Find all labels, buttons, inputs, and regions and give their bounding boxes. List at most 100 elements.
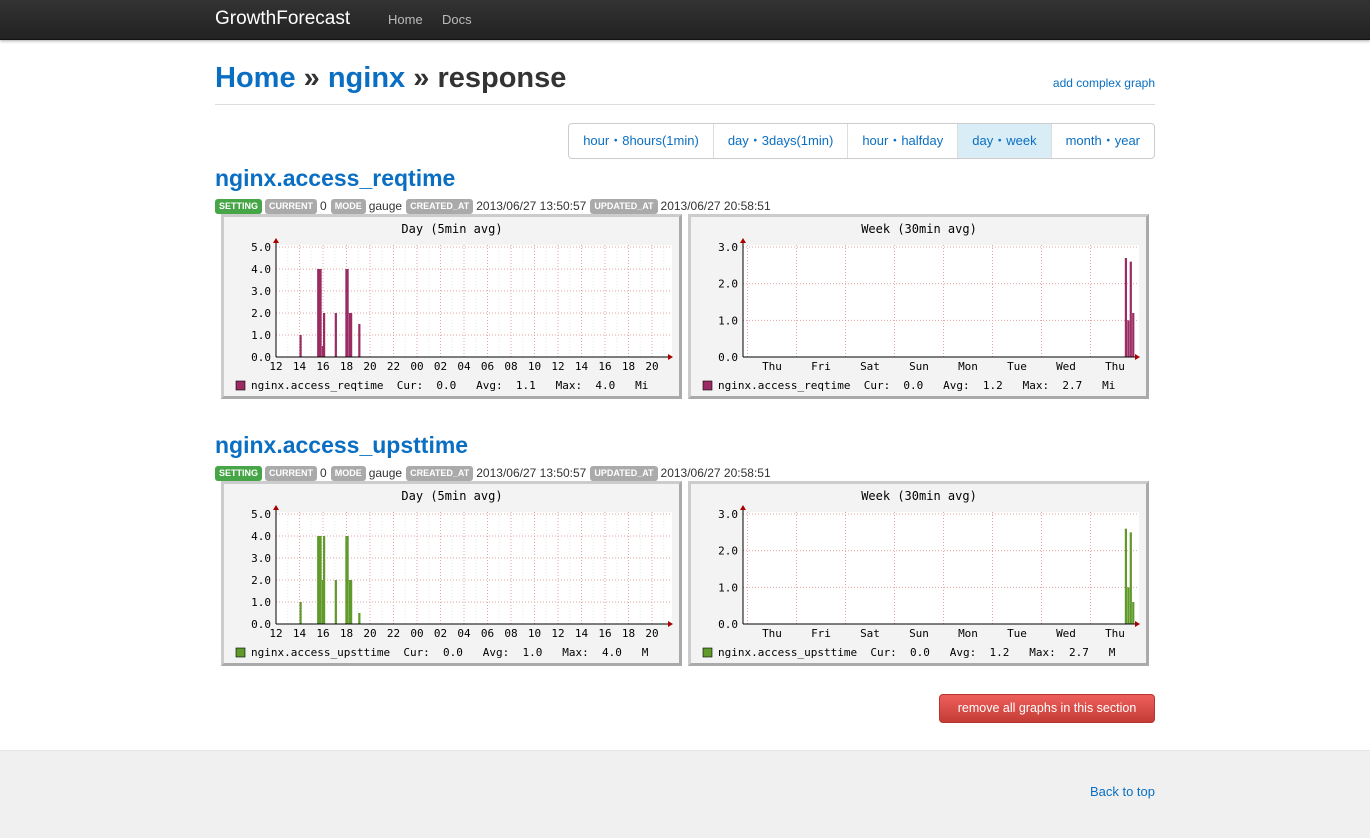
x-tick-label: 22 [387, 360, 400, 373]
x-tick-label: Tue [1007, 360, 1027, 373]
x-tick-label: 10 [528, 627, 541, 640]
legend-text: nginx.access_reqtime Cur: 0.0 Avg: 1.2 M… [718, 379, 1115, 392]
x-tick-label: 18 [340, 627, 353, 640]
data-bar [1124, 528, 1127, 624]
day-graph[interactable]: Day (5min avg) 12 14 16 18 20 22 00 02 04 06 08 10 12… [221, 481, 682, 666]
graph-meta: SETTING CURRENT 0 MODE gauge CREATED_AT … [215, 198, 1155, 214]
x-tick-label: Thu [762, 627, 782, 640]
chart-svg: Day (5min avg) 12 14 16 18 20 22 00 02 04 06 08 10 12… [235, 222, 673, 392]
y-axis-arrow [273, 238, 279, 243]
chart-title: Week (30min avg) [861, 222, 977, 236]
x-tick-label: 12 [551, 360, 564, 373]
tab-hour-8hours[interactable]: hour・8hours(1min) [569, 124, 713, 158]
plot-area [743, 512, 1139, 624]
breadcrumb-section: response [437, 62, 567, 94]
legend-text: nginx.access_reqtime Cur: 0.0 Avg: 1.1 M… [251, 379, 648, 392]
setting-badge[interactable]: SETTING [215, 465, 263, 481]
x-tick-label: 10 [528, 360, 541, 373]
x-tick-label: Wed [1056, 627, 1076, 640]
mode-value: gauge [368, 466, 403, 480]
y-tick-label: 1.0 [718, 581, 738, 594]
data-bar [1132, 313, 1135, 357]
day-graph[interactable]: Day (5min avg) 12 14 16 18 20 22 00 02 04 06 08 10 12… [221, 214, 682, 399]
y-axis-arrow [273, 505, 279, 510]
top-navbar: GrowthForecast Home Docs [0, 0, 1370, 40]
x-tick-label: 02 [434, 627, 447, 640]
week-graph[interactable]: Week (30min avg) Thu Fri Sat Sun Mon Tue Wed Thu… [688, 481, 1149, 666]
graph-title[interactable]: nginx.access_reqtime [215, 165, 455, 191]
data-bar [323, 536, 326, 624]
x-tick-label: 18 [340, 360, 353, 373]
updated-at-label: UPDATED_AT [590, 198, 658, 214]
x-tick-label: 20 [363, 627, 376, 640]
legend-swatch [235, 380, 246, 391]
updated-at-value: 2013/06/27 20:58:51 [660, 466, 771, 480]
x-tick-label: Thu [1105, 360, 1125, 373]
week-graph[interactable]: Week (30min avg) Thu Fri Sat Sun Mon Tue Wed Thu… [688, 214, 1149, 399]
y-tick-label: 3.0 [251, 285, 271, 298]
data-bar [323, 313, 326, 357]
x-tick-label: 14 [293, 360, 307, 373]
chart-title: Week (30min avg) [861, 489, 977, 503]
x-tick-label: Fri [811, 360, 831, 373]
y-tick-label: 0.0 [251, 351, 271, 364]
setting-badge[interactable]: SETTING [215, 198, 263, 214]
x-tick-label: 12 [269, 627, 282, 640]
tab-day-3days[interactable]: day・3days(1min) [712, 124, 848, 158]
tab-hour-halfday[interactable]: hour・halfday [847, 124, 957, 158]
y-tick-label: 1.0 [251, 329, 271, 342]
y-tick-label: 1.0 [718, 314, 738, 327]
brand-link[interactable]: GrowthForecast [215, 8, 350, 30]
data-bar [1127, 587, 1130, 624]
graph-title[interactable]: nginx.access_upsttime [215, 432, 468, 458]
chart-svg: Day (5min avg) 12 14 16 18 20 22 00 02 04 06 08 10 12… [235, 489, 673, 659]
x-tick-label: 12 [269, 360, 282, 373]
x-tick-label: Wed [1056, 360, 1076, 373]
data-bar [319, 536, 322, 624]
add-complex-graph-link[interactable]: add complex graph [1053, 76, 1155, 90]
x-tick-label: 16 [598, 627, 611, 640]
data-bar [299, 602, 302, 624]
graph-row: Day (5min avg) 12 14 16 18 20 22 00 02 04 06 08 10 12… [221, 214, 1149, 399]
breadcrumb-service[interactable]: nginx [328, 62, 405, 94]
created-at-value: 2013/06/27 13:50:57 [476, 466, 587, 480]
x-tick-label: 16 [316, 627, 329, 640]
graph-section: nginx.access_upsttime SETTING CURRENT 0 … [215, 431, 1155, 666]
page-header: Home » nginx » response add complex grap… [215, 60, 1155, 105]
tab-day-week[interactable]: day・week [957, 124, 1051, 158]
current-label: CURRENT [265, 465, 318, 481]
data-bar [334, 313, 337, 357]
breadcrumb-home[interactable]: Home [215, 62, 296, 94]
data-bar [350, 580, 353, 624]
y-tick-label: 2.0 [718, 278, 738, 291]
x-tick-label: 00 [410, 360, 423, 373]
x-tick-label: 14 [575, 360, 589, 373]
chart-svg: Week (30min avg) Thu Fri Sat Sun Mon Tue Wed Thu… [702, 489, 1140, 659]
updated-at-value: 2013/06/27 20:58:51 [660, 199, 771, 213]
remove-all-graphs-button[interactable]: remove all graphs in this section [939, 694, 1155, 723]
legend-text: nginx.access_upsttime Cur: 0.0 Avg: 1.0 … [251, 646, 649, 659]
y-tick-label: 3.0 [251, 552, 271, 565]
nav-home[interactable]: Home [388, 12, 423, 27]
x-tick-label: Thu [762, 360, 782, 373]
nav-docs[interactable]: Docs [442, 12, 472, 27]
current-value: 0 [320, 466, 327, 480]
x-tick-label: 18 [622, 360, 635, 373]
back-to-top-link[interactable]: Back to top [1090, 784, 1155, 799]
y-tick-label: 3.0 [718, 241, 738, 254]
footer: Back to top [0, 750, 1370, 838]
tab-month-year[interactable]: month・year [1050, 124, 1154, 158]
data-bar [350, 313, 353, 357]
x-tick-label: 22 [387, 627, 400, 640]
x-tick-label: 04 [457, 627, 471, 640]
y-tick-label: 5.0 [251, 241, 271, 254]
y-axis-arrow [740, 238, 746, 243]
legend-swatch [702, 380, 713, 391]
chart-svg: Week (30min avg) Thu Fri Sat Sun Mon Tue Wed Thu… [702, 222, 1140, 392]
x-tick-label: Sun [909, 627, 929, 640]
current-value: 0 [320, 199, 327, 213]
graph-row: Day (5min avg) 12 14 16 18 20 22 00 02 04 06 08 10 12… [221, 481, 1149, 666]
y-tick-label: 3.0 [718, 508, 738, 521]
data-bar [358, 324, 361, 357]
x-tick-label: 02 [434, 360, 447, 373]
